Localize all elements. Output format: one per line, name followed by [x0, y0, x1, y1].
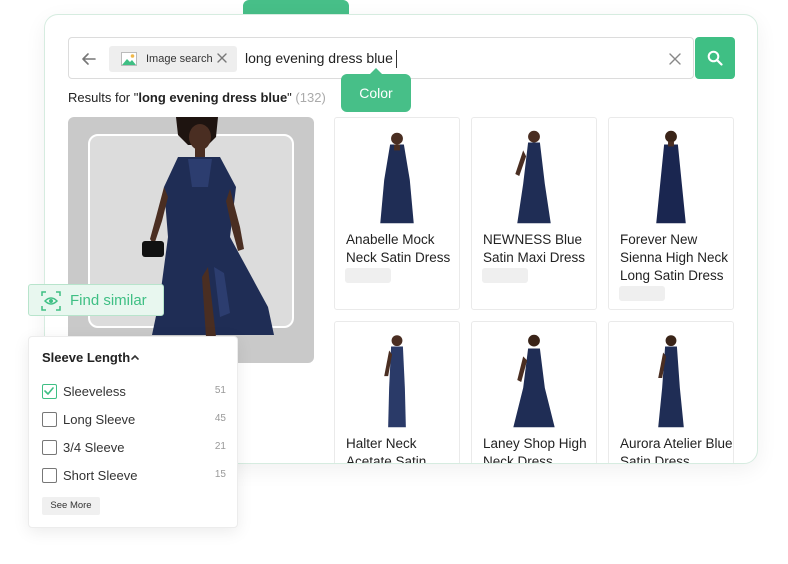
option-label: Long Sleeve — [63, 412, 136, 427]
option-count: 45 — [214, 413, 226, 424]
product-name-line: Long Satin Dress — [620, 268, 724, 283]
product-name: Anabelle Mock Neck Satin Dress — [346, 231, 460, 267]
product-image — [513, 334, 555, 428]
checkbox[interactable] — [42, 468, 57, 483]
product-card[interactable]: Forever New Sienna High Neck Long Satin … — [608, 117, 734, 310]
chevron-up-icon[interactable] — [130, 352, 140, 362]
product-name-line: Acetate Satin — [346, 454, 427, 464]
option-count: 15 — [214, 469, 226, 480]
search-icon — [707, 50, 723, 66]
product-image — [656, 130, 686, 224]
product-name-line: Anabelle Mock — [346, 232, 435, 247]
checkbox-checked[interactable] — [42, 384, 57, 399]
color-tag: Color — [341, 68, 411, 112]
product-name: Forever New Sienna High Neck Long Satin … — [620, 231, 734, 285]
product-image — [380, 132, 414, 224]
option-count: 51 — [214, 385, 226, 396]
product-name-line: Satin Dress — [620, 454, 690, 464]
filter-option-three-quarter-sleeve[interactable]: 3/4 Sleeve 21 — [42, 439, 226, 457]
search-input[interactable]: long evening dress blue — [245, 50, 397, 69]
product-name: Halter Neck Acetate Satin — [346, 435, 460, 464]
checkmark-icon — [44, 387, 54, 395]
option-label: Sleeveless — [63, 384, 126, 399]
product-name-line: Laney Shop High — [483, 436, 587, 451]
option-count: 21 — [214, 441, 226, 452]
search-query-text: long evening dress blue — [245, 50, 393, 66]
see-more-button[interactable]: See More — [42, 497, 100, 515]
checkbox[interactable] — [42, 440, 57, 455]
product-name-line: NEWNESS Blue — [483, 232, 583, 247]
query-image — [68, 117, 314, 363]
filter-option-long-sleeve[interactable]: Long Sleeve 45 — [42, 411, 226, 429]
product-name-line: Neck Dress — [483, 454, 553, 464]
product-name-line: Neck Satin Dress — [346, 250, 451, 265]
product-image — [658, 335, 684, 428]
product-name: Aurora Atelier Blue Satin Dress — [620, 435, 734, 464]
price-placeholder — [482, 268, 528, 283]
filter-option-short-sleeve[interactable]: Short Sleeve 15 — [42, 467, 226, 485]
filter-title: Sleeve Length — [42, 350, 131, 365]
results-suffix: " — [287, 90, 292, 105]
image-search-chip: Image search — [109, 46, 237, 72]
remove-image-icon[interactable] — [216, 52, 228, 64]
search-button[interactable] — [695, 37, 735, 79]
product-card[interactable]: Laney Shop High Neck Dress — [471, 321, 597, 464]
product-name-line: Satin Maxi Dress — [483, 250, 586, 265]
product-name-line: Halter Neck — [346, 436, 417, 451]
image-thumbnail-icon — [121, 52, 137, 66]
find-similar-label: Find similar — [70, 292, 147, 309]
product-card[interactable]: Halter Neck Acetate Satin — [334, 321, 460, 464]
product-card[interactable]: Anabelle Mock Neck Satin Dress — [334, 117, 460, 310]
product-card[interactable]: NEWNESS Blue Satin Maxi Dress — [471, 117, 597, 310]
price-placeholder — [619, 286, 665, 301]
clear-search-icon[interactable] — [667, 51, 683, 67]
results-prefix: Results for " — [68, 90, 139, 105]
find-similar-button[interactable]: Find similar — [28, 284, 164, 316]
image-search-label: Image search — [146, 53, 213, 65]
product-name-line: Aurora Atelier Blue — [620, 436, 733, 451]
results-query: long evening dress blue — [138, 90, 288, 105]
back-arrow-icon[interactable] — [79, 49, 99, 69]
option-label: Short Sleeve — [63, 468, 138, 483]
text-caret — [395, 50, 397, 69]
product-name: Laney Shop High Neck Dress — [483, 435, 597, 464]
product-card[interactable]: Aurora Atelier Blue Satin Dress — [608, 321, 734, 464]
option-label: 3/4 Sleeve — [63, 440, 125, 455]
filter-option-sleeveless[interactable]: Sleeveless 51 — [42, 383, 226, 401]
results-summary: Results for "long evening dress blue" (1… — [68, 90, 326, 105]
product-name-line: Forever New — [620, 232, 698, 247]
product-image — [384, 335, 406, 428]
query-model-photo — [142, 117, 274, 337]
product-name: NEWNESS Blue Satin Maxi Dress — [483, 231, 597, 267]
product-image — [515, 130, 551, 224]
price-placeholder — [345, 268, 391, 283]
eye-scan-icon — [41, 291, 61, 311]
checkbox[interactable] — [42, 412, 57, 427]
sleeve-length-filter: Sleeve Length Sleeveless 51 Long Sleeve … — [28, 336, 238, 528]
results-count: (132) — [295, 90, 326, 105]
product-name-line: Sienna High Neck — [620, 250, 729, 265]
